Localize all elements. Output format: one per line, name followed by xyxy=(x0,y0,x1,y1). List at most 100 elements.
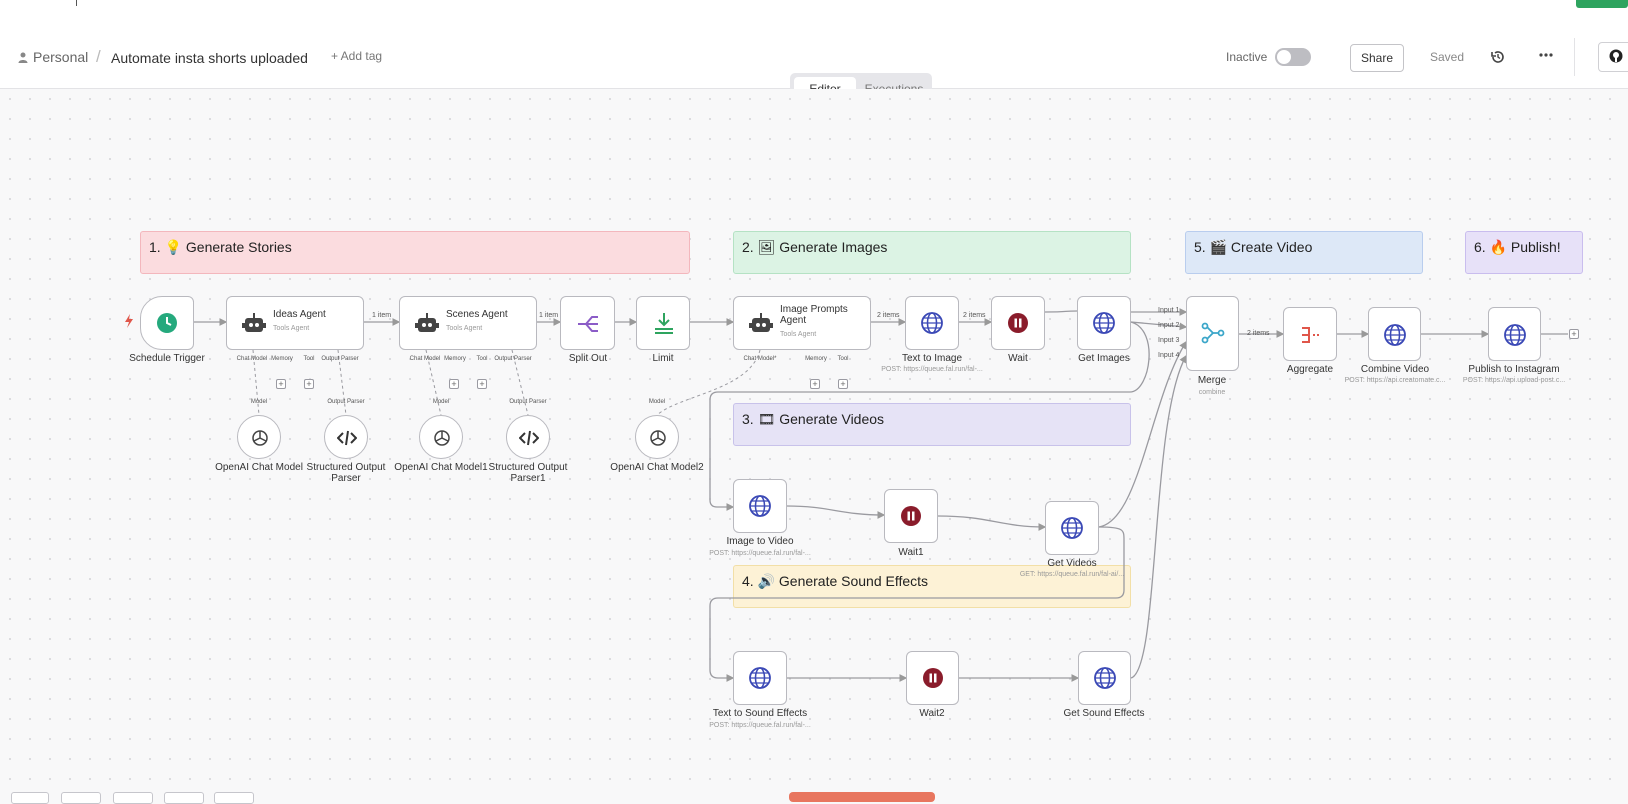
tidy-up-button[interactable] xyxy=(214,792,254,804)
connector-label-chat-model: Chat Model xyxy=(409,356,441,362)
connection-wires xyxy=(194,308,1568,682)
node-structured-output-parser[interactable] xyxy=(324,415,368,459)
node-label-structured-output-parser1: Structured Output Parser1 xyxy=(488,462,568,484)
node-split-out[interactable] xyxy=(560,296,615,350)
add-tool-button[interactable]: + xyxy=(304,379,314,389)
node-text-to-image[interactable] xyxy=(905,296,959,350)
node-text-to-sound-effects[interactable] xyxy=(733,651,787,705)
node-label-wait1: Wait1 xyxy=(898,547,924,558)
node-label-wait: Wait xyxy=(1008,353,1028,364)
node-wait1[interactable] xyxy=(884,489,938,543)
code-icon xyxy=(337,430,357,446)
node-wait[interactable] xyxy=(991,296,1045,350)
globe-icon xyxy=(1061,517,1083,539)
node-scenes-agent[interactable]: Scenes Agent Tools Agent xyxy=(399,296,537,350)
merge-icon xyxy=(1201,322,1225,344)
connector-label-tool: Tool xyxy=(837,356,849,362)
node-openai-chat-model1[interactable] xyxy=(419,415,463,459)
node-openai-chat-model[interactable] xyxy=(237,415,281,459)
zoom-in-button[interactable] xyxy=(61,792,101,804)
node-label-wait2: Wait2 xyxy=(919,708,945,719)
connector-label-output-parser: Output Parser xyxy=(327,399,365,405)
zoom-out-button[interactable] xyxy=(113,792,153,804)
globe-icon xyxy=(1094,667,1116,689)
openai-icon xyxy=(650,430,666,446)
node-schedule-trigger[interactable] xyxy=(140,296,194,350)
globe-icon xyxy=(1093,312,1115,334)
node-aggregate[interactable] xyxy=(1283,307,1337,361)
add-node-after-publish-button[interactable]: + xyxy=(1569,329,1579,339)
add-memory-button[interactable]: + xyxy=(810,379,820,389)
node-publish-to-instagram[interactable] xyxy=(1488,307,1541,361)
node-label-schedule-trigger: Schedule Trigger xyxy=(129,353,205,364)
node-get-sound-effects[interactable] xyxy=(1078,651,1131,705)
node-subtitle-merge: combine xyxy=(1198,389,1226,396)
connector-label-tool: Tool xyxy=(476,356,488,362)
node-wait2[interactable] xyxy=(906,651,959,705)
node-combine-video[interactable] xyxy=(1368,307,1421,361)
test-workflow-button[interactable] xyxy=(789,792,935,802)
globe-icon xyxy=(1384,324,1406,346)
globe-icon xyxy=(1504,324,1526,346)
pause-icon xyxy=(923,668,943,688)
aggregate-icon xyxy=(1302,327,1321,343)
robot-icon xyxy=(415,313,439,332)
connector-label-model: Model xyxy=(432,399,450,405)
node-label-publish-to-instagram: Publish to Instagram xyxy=(1468,364,1560,375)
node-url-publish-to-instagram: POST: https://api.upload-post.c... xyxy=(1462,377,1566,384)
node-subtitle-image-prompts-agent: Tools Agent xyxy=(780,331,817,338)
node-label-get-images: Get Images xyxy=(1078,353,1130,364)
node-url-combine-video: POST: https://api.creatomate.c... xyxy=(1344,377,1446,384)
connector-label-output-parser: Output Parser xyxy=(321,356,359,362)
node-get-images[interactable] xyxy=(1077,296,1131,350)
connector-label-chat-model-required: Chat Model* xyxy=(743,356,777,362)
connector-label-tool: Tool xyxy=(303,356,315,362)
node-label-openai-chat-model: OpenAI Chat Model xyxy=(215,462,303,473)
pause-icon xyxy=(901,506,921,526)
connector-label-chat-model: Chat Model xyxy=(236,356,268,362)
node-label-image-to-video: Image to Video xyxy=(726,536,794,547)
connector-label-model: Model xyxy=(250,399,268,405)
node-url-text-to-sound-effects: POST: https://queue.fal.run/fal-... xyxy=(709,722,811,729)
node-label-openai-chat-model1: OpenAI Chat Model1 xyxy=(394,462,488,473)
trigger-bolt-icon xyxy=(125,314,133,328)
clock-icon xyxy=(157,313,177,333)
globe-icon xyxy=(749,495,771,517)
code-icon xyxy=(519,430,539,446)
node-title-ideas-agent: Ideas Agent xyxy=(273,309,326,320)
zoom-to-fit-button[interactable] xyxy=(11,792,49,804)
node-merge[interactable] xyxy=(1186,296,1239,371)
node-url-text-to-image: POST: https://queue.fal.run/fal-... xyxy=(881,366,983,373)
node-label-merge: Merge xyxy=(1197,375,1227,386)
node-image-to-video[interactable] xyxy=(733,479,787,533)
limit-icon xyxy=(655,313,673,334)
node-image-prompts-agent[interactable]: Image Prompts Agent Tools Agent xyxy=(733,296,871,350)
edge-label-t2i-wait: 2 items xyxy=(963,312,986,319)
robot-icon xyxy=(242,313,266,332)
node-limit[interactable] xyxy=(636,296,690,350)
edge-label-scenes-split: 1 item xyxy=(539,312,559,319)
globe-icon xyxy=(921,312,943,334)
add-memory-button[interactable]: + xyxy=(276,379,286,389)
node-label-structured-output-parser: Structured Output Parser xyxy=(306,462,386,484)
node-subtitle-scenes-agent: Tools Agent xyxy=(446,325,483,332)
node-url-image-to-video: POST: https://queue.fal.run/fal-... xyxy=(709,550,811,557)
node-openai-chat-model2[interactable] xyxy=(635,415,679,459)
connector-label-memory: Memory xyxy=(444,356,466,362)
robot-icon xyxy=(749,313,773,332)
add-tool-button[interactable]: + xyxy=(838,379,848,389)
node-get-videos[interactable] xyxy=(1045,501,1099,555)
add-memory-button[interactable]: + xyxy=(449,379,459,389)
openai-icon xyxy=(434,430,450,446)
pause-icon xyxy=(1008,313,1028,333)
merge-input-2-label: Input 2 xyxy=(1158,322,1180,329)
node-structured-output-parser1[interactable] xyxy=(506,415,550,459)
node-label-get-sound-effects: Get Sound Effects xyxy=(1063,708,1145,719)
node-ideas-agent[interactable]: Ideas Agent Tools Agent xyxy=(226,296,364,350)
edge-label-prompts-t2i: 2 items xyxy=(877,312,900,319)
node-title-image-prompts-agent: Image Prompts Agent xyxy=(780,304,848,326)
add-tool-button[interactable]: + xyxy=(477,379,487,389)
node-label-combine-video: Combine Video xyxy=(1360,364,1430,375)
reset-zoom-button[interactable] xyxy=(164,792,204,804)
node-url-get-videos: GET: https://queue.fal.run/fal-ai/... xyxy=(1019,571,1125,578)
